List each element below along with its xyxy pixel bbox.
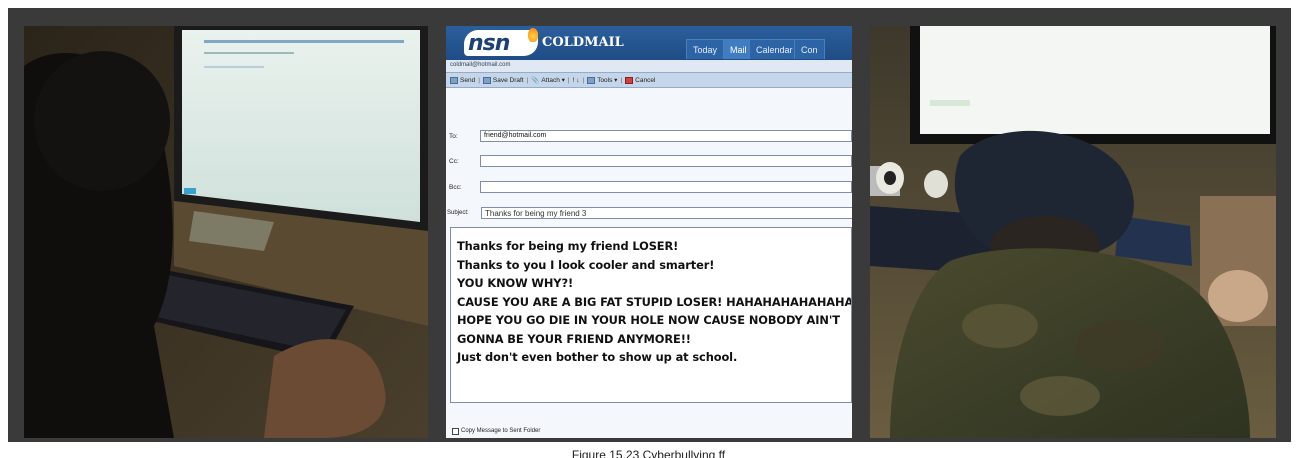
- cc-field[interactable]: [480, 155, 852, 167]
- compose-form: To: friend@hotmail.com Cc: Bcc: Subject:…: [446, 88, 852, 438]
- tools-icon: [587, 76, 596, 84]
- to-field[interactable]: friend@hotmail.com: [480, 130, 852, 142]
- figure-frame: nsn COLDMAIL Today Mail Calendar Con col…: [8, 8, 1291, 442]
- to-label: To:: [449, 133, 458, 140]
- butterfly-flame-icon: [528, 28, 538, 42]
- bcc-field[interactable]: [480, 181, 852, 193]
- photo-left-illustration: [24, 26, 428, 438]
- copy-to-sent-label: Copy Message to Sent Folder: [461, 428, 541, 434]
- priority-label: ! ↓: [572, 76, 580, 84]
- send-icon: [450, 76, 458, 84]
- cancel-icon: [625, 76, 634, 84]
- cancel-button[interactable]: Cancel: [625, 76, 656, 84]
- tab-calendar[interactable]: Calendar: [749, 39, 800, 59]
- attach-label: Attach ▾: [541, 77, 565, 84]
- save-draft-icon: [482, 76, 491, 84]
- message-body[interactable]: Thanks for being my friend LOSER! Thanks…: [450, 227, 852, 403]
- cc-label: Cc:: [449, 158, 459, 165]
- logo-brand: nsn: [468, 31, 510, 56]
- tools-label: Tools ▾: [597, 77, 618, 84]
- toolbar-separator: |: [567, 76, 570, 84]
- attach-button[interactable]: 📎 Attach ▾: [531, 76, 565, 84]
- mail-header: nsn COLDMAIL Today Mail Calendar Con: [446, 26, 852, 60]
- figure-caption: Figure 15.23 Cyberbullying ff: [571, 448, 726, 458]
- photo-right-illustration: [870, 26, 1276, 438]
- subject-field[interactable]: Thanks for being my friend 3: [481, 207, 852, 219]
- message-line: Thanks to you I look cooler and smarter!: [457, 257, 715, 272]
- attach-icon: 📎: [531, 77, 540, 84]
- copy-to-sent-checkbox[interactable]: [452, 428, 459, 435]
- email-compose-window: nsn COLDMAIL Today Mail Calendar Con col…: [446, 26, 852, 438]
- send-label: Send: [460, 76, 476, 84]
- message-line: Just don't even bother to show up at sch…: [457, 350, 738, 364]
- photo-person-typing: [24, 26, 428, 438]
- message-line: Thanks for being my friend LOSER!: [457, 239, 679, 253]
- tools-button[interactable]: Tools ▾: [587, 76, 617, 84]
- send-button[interactable]: Send: [450, 76, 476, 84]
- save-draft-label: Save Draft: [492, 76, 524, 84]
- tab-contacts[interactable]: Con: [794, 39, 825, 59]
- message-line: HOPE YOU GO DIE IN YOUR HOLE NOW CAUSE N…: [457, 313, 840, 327]
- compose-toolbar: Send | Save Draft | 📎 Attach ▾ | ! ↓ | T…: [446, 72, 852, 88]
- message-line: YOU KNOW WHY?!: [457, 276, 574, 290]
- subject-label: Subject:: [447, 210, 469, 216]
- photo-person-head-down: [870, 26, 1276, 438]
- account-address: coldmail@hotmail.com: [446, 60, 852, 72]
- logo-product: COLDMAIL: [542, 35, 624, 50]
- toolbar-separator: |: [478, 76, 480, 84]
- message-line: CAUSE YOU ARE A BIG FAT STUPID LOSER! HA…: [457, 294, 852, 309]
- message-line: GONNA BE YOUR FRIEND ANYMORE!!: [457, 331, 691, 346]
- toolbar-separator: |: [582, 76, 585, 84]
- tab-today[interactable]: Today: [686, 39, 725, 59]
- save-draft-button[interactable]: Save Draft: [482, 76, 524, 84]
- toolbar-separator: |: [526, 76, 529, 84]
- cancel-label: Cancel: [635, 76, 656, 84]
- bcc-label: Bcc:: [449, 184, 462, 191]
- priority-button[interactable]: ! ↓: [573, 77, 580, 84]
- toolbar-separator: |: [620, 76, 623, 84]
